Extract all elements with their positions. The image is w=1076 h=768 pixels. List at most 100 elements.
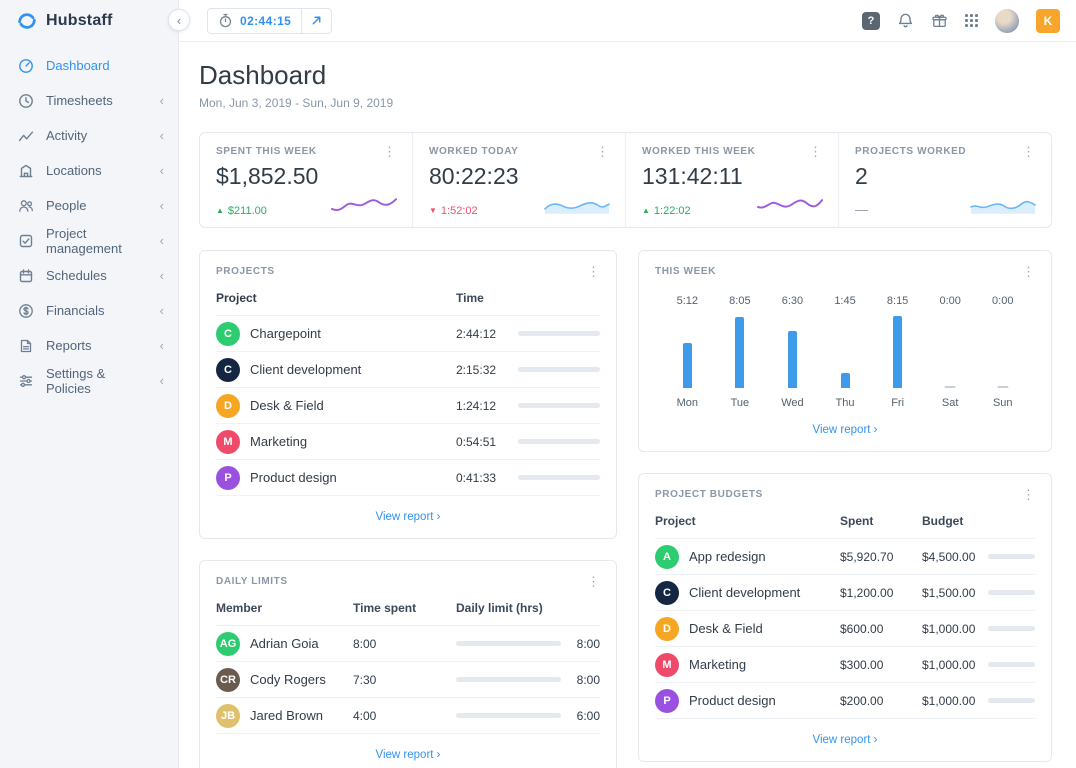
sidebar-collapse-button[interactable]: ‹ bbox=[168, 9, 190, 31]
progress-bar bbox=[456, 677, 561, 682]
zero-bar-dash bbox=[944, 386, 956, 388]
apps-grid-icon[interactable] bbox=[965, 14, 978, 27]
project-avatar: M bbox=[655, 652, 679, 677]
member-avatar: JB bbox=[216, 703, 240, 728]
bar-value-label: 6:30 bbox=[781, 295, 804, 307]
day-label: Fri bbox=[891, 397, 905, 409]
brand-name: Hubstaff bbox=[46, 12, 113, 29]
stat-delta: ▼ 1:52:02 bbox=[429, 205, 478, 217]
bar bbox=[735, 317, 745, 388]
member-name: Adrian Goia bbox=[250, 636, 319, 651]
sidebar-item-schedules[interactable]: Schedules ‹ bbox=[0, 258, 178, 293]
dollar-icon bbox=[18, 303, 34, 319]
gift-icon[interactable] bbox=[931, 12, 948, 29]
kebab-menu-icon[interactable]: ⋮ bbox=[585, 575, 602, 588]
progress-bar bbox=[988, 626, 1035, 631]
progress-bar bbox=[988, 662, 1035, 667]
sidebar-item-label: Reports bbox=[46, 338, 92, 353]
kebab-menu-icon[interactable]: ⋮ bbox=[807, 145, 824, 158]
sparkline bbox=[756, 199, 824, 209]
spent-amount: $1,200.00 bbox=[840, 585, 894, 600]
kebab-menu-icon[interactable]: ⋮ bbox=[594, 145, 611, 158]
column-header: Time spent bbox=[353, 601, 417, 615]
table-header: Project Time bbox=[216, 289, 600, 316]
help-button[interactable]: ? bbox=[862, 11, 880, 30]
sidebar-item-timesheets[interactable]: Timesheets ‹ bbox=[0, 83, 178, 118]
content: Dashboard Mon, Jun 3, 2019 - Sun, Jun 9,… bbox=[179, 42, 1076, 768]
chevron-left-icon: ‹ bbox=[159, 198, 164, 213]
project-time: 2:15:32 bbox=[456, 362, 497, 377]
chevron-left-icon: ‹ bbox=[159, 163, 164, 178]
chevron-left-icon: ‹ bbox=[159, 268, 164, 283]
chart-column: 0:00 Sat bbox=[924, 295, 977, 409]
column-header: Time bbox=[456, 291, 484, 305]
progress-bar bbox=[518, 475, 600, 480]
progress-bar bbox=[456, 713, 561, 718]
member-name: Cody Rogers bbox=[250, 672, 326, 687]
sidebar-item-settings-policies[interactable]: Settings & Policies ‹ bbox=[0, 363, 178, 398]
progress-bar bbox=[518, 331, 600, 336]
sparkline bbox=[330, 198, 398, 212]
progress-bar bbox=[518, 403, 600, 408]
table-row: M Marketing 0:54:51 bbox=[216, 424, 600, 460]
brand-logo[interactable]: Hubstaff bbox=[0, 0, 178, 42]
kebab-menu-icon[interactable]: ⋮ bbox=[1020, 145, 1037, 158]
view-report-link[interactable]: View report › bbox=[813, 422, 878, 436]
timer-widget[interactable]: 02:44:15 bbox=[207, 7, 333, 34]
day-label: Sun bbox=[992, 397, 1013, 409]
stat-value: 80:22:23 bbox=[429, 163, 519, 189]
kebab-menu-icon[interactable]: ⋮ bbox=[585, 265, 602, 278]
stat-label: WORKED TODAY bbox=[429, 146, 519, 157]
kebab-menu-icon[interactable]: ⋮ bbox=[1020, 265, 1037, 278]
sidebar-item-financials[interactable]: Financials ‹ bbox=[0, 293, 178, 328]
bar bbox=[682, 342, 692, 388]
dashboard-grid: PROJECTS ⋮ Project Time C Chargepoint 2:4… bbox=[199, 250, 1052, 768]
zero-bar-dash bbox=[997, 386, 1009, 388]
sparkline bbox=[970, 200, 1036, 214]
open-timer-button[interactable] bbox=[301, 8, 331, 33]
day-label: Tue bbox=[730, 397, 750, 409]
stat-card-spent-this-week: SPENT THIS WEEK ⋮ $1,852.50 ▲ $211.00 bbox=[200, 133, 412, 227]
topbar-actions: ? K bbox=[862, 8, 1060, 33]
week-bar-chart: 5:12 Mon 8:05 Tue 6:30 Wed 1:45 Thu 8:15… bbox=[639, 289, 1051, 409]
project-time: 2:44:12 bbox=[456, 326, 497, 341]
sidebar-item-activity[interactable]: Activity ‹ bbox=[0, 118, 178, 153]
project-avatar: C bbox=[655, 580, 679, 605]
view-report-link[interactable]: View report › bbox=[376, 509, 441, 523]
spent-amount: $600.00 bbox=[840, 621, 884, 636]
page-title: Dashboard bbox=[199, 60, 327, 90]
table-row: AG Adrian Goia 8:00 8:00 bbox=[216, 626, 600, 662]
stat-card-projects-worked: PROJECTS WORKED ⋮ 2 — bbox=[838, 133, 1051, 227]
chart-column: 6:30 Wed bbox=[766, 295, 819, 409]
chevron-left-icon: ‹ bbox=[159, 338, 164, 353]
people-icon bbox=[18, 198, 34, 214]
project-name: Desk & Field bbox=[689, 621, 763, 636]
table-row: JB Jared Brown 4:00 6:00 bbox=[216, 698, 600, 734]
sidebar-item-dashboard[interactable]: Dashboard bbox=[0, 48, 178, 83]
daily-limit: 8:00 bbox=[576, 636, 600, 651]
sidebar-item-project-management[interactable]: Project management ‹ bbox=[0, 223, 178, 258]
kebab-menu-icon[interactable]: ⋮ bbox=[381, 145, 398, 158]
kebab-menu-icon[interactable]: ⋮ bbox=[1020, 488, 1037, 501]
user-avatar[interactable] bbox=[995, 8, 1019, 33]
sidebar-item-locations[interactable]: Locations ‹ bbox=[0, 153, 178, 188]
organization-badge[interactable]: K bbox=[1036, 8, 1060, 33]
stopwatch-icon bbox=[219, 13, 232, 28]
bar-value-label: 0:00 bbox=[939, 295, 961, 307]
table-header: Project Spent Budget bbox=[655, 512, 1035, 539]
notifications-bell-icon[interactable] bbox=[897, 12, 914, 29]
project-avatar: M bbox=[216, 429, 240, 454]
view-report-link[interactable]: View report › bbox=[376, 747, 441, 761]
project-avatar: D bbox=[216, 393, 240, 418]
project-time: 0:54:51 bbox=[456, 434, 497, 449]
table-row: M Marketing $300.00 $1,000.00 bbox=[655, 647, 1035, 683]
sidebar-item-people[interactable]: People ‹ bbox=[0, 188, 178, 223]
time-spent: 7:30 bbox=[353, 672, 377, 687]
view-report-link[interactable]: View report › bbox=[813, 732, 878, 746]
column-header: Daily limit (hrs) bbox=[456, 601, 543, 615]
sidebar-item-label: Locations bbox=[46, 163, 102, 178]
column-header: Project bbox=[216, 291, 257, 305]
progress-bar bbox=[518, 367, 600, 372]
sidebar-item-reports[interactable]: Reports ‹ bbox=[0, 328, 178, 363]
bar bbox=[840, 372, 850, 388]
